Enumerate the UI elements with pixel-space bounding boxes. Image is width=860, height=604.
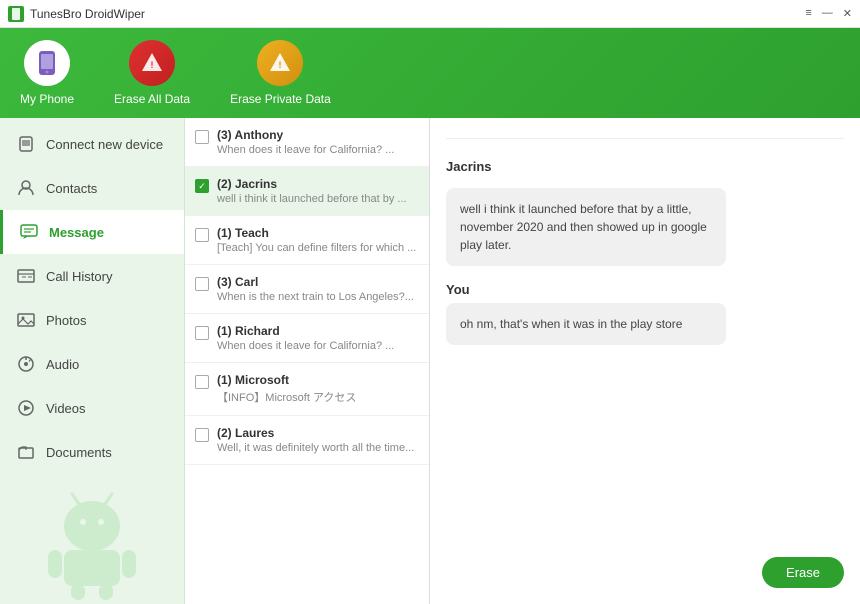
erase-button-container: Erase (762, 557, 844, 588)
sidebar-item-documents-label: Documents (46, 445, 112, 460)
received-bubble: well i think it launched before that by … (446, 188, 726, 266)
sidebar-item-audio-label: Audio (46, 357, 79, 372)
message-body: (2) Laures Well, it was definitely worth… (217, 426, 419, 454)
contacts-icon (16, 178, 36, 198)
message-preview: When is the next train to Los Angeles?..… (217, 291, 419, 303)
detail-sender-name: Jacrins (446, 159, 844, 174)
call-history-icon (16, 266, 36, 286)
message-checkbox[interactable] (195, 326, 209, 340)
message-sender-name: (1) Richard (217, 324, 419, 338)
android-decoration (0, 484, 184, 604)
message-list[interactable]: (3) Anthony When does it leave for Calif… (185, 118, 430, 604)
message-preview: Well, it was definitely worth all the ti… (217, 442, 419, 454)
message-preview: well i think it launched before that by … (217, 193, 419, 205)
sidebar-item-videos[interactable]: Videos (0, 386, 184, 430)
message-item[interactable]: ✓ (2) Jacrins well i think it launched b… (185, 167, 429, 216)
sidebar-item-call-history-label: Call History (46, 269, 112, 284)
nav-erase-private-label: Erase Private Data (230, 92, 331, 106)
erase-private-icon: ! (266, 49, 294, 77)
title-bar: TunesBro DroidWiper ≡ — ✕ (0, 0, 860, 28)
sidebar: Connect new device Contacts Message Call… (0, 118, 185, 604)
message-checkbox[interactable] (195, 228, 209, 242)
svg-text:!: ! (279, 60, 282, 70)
minimize-button[interactable]: — (822, 7, 833, 20)
sidebar-item-connect[interactable]: Connect new device (0, 122, 184, 166)
received-section: Jacrins well i think it launched before … (446, 159, 844, 266)
wifi-icon: ≡ (805, 7, 811, 20)
sidebar-item-videos-label: Videos (46, 401, 86, 416)
svg-text:!: ! (151, 60, 154, 70)
nav-erase-private[interactable]: ! Erase Private Data (230, 40, 331, 106)
message-sender-name: (1) Microsoft (217, 373, 419, 387)
sent-bubble: oh nm, that's when it was in the play st… (446, 303, 726, 345)
close-button[interactable]: ✕ (843, 7, 852, 20)
sidebar-item-photos[interactable]: Photos (0, 298, 184, 342)
app-name: TunesBro DroidWiper (30, 7, 145, 21)
sidebar-item-connect-label: Connect new device (46, 137, 163, 152)
photos-icon (16, 310, 36, 330)
message-body: (3) Anthony When does it leave for Calif… (217, 128, 419, 156)
main-layout: Connect new device Contacts Message Call… (0, 118, 860, 604)
message-checkbox[interactable] (195, 375, 209, 389)
message-preview: [Teach] You can define filters for which… (217, 242, 419, 254)
sidebar-item-call-history[interactable]: Call History (0, 254, 184, 298)
nav-my-phone[interactable]: My Phone (20, 40, 74, 106)
content-area: (3) Anthony When does it leave for Calif… (185, 118, 860, 604)
erase-button[interactable]: Erase (762, 557, 844, 588)
my-phone-icon-bg (24, 40, 70, 86)
window-controls: ≡ — ✕ (805, 7, 852, 20)
sent-section: You oh nm, that's when it was in the pla… (446, 282, 844, 345)
message-sender-name: (3) Anthony (217, 128, 419, 142)
audio-icon (16, 354, 36, 374)
phone-icon (33, 49, 61, 77)
message-sender-name: (2) Laures (217, 426, 419, 440)
sidebar-item-contacts-label: Contacts (46, 181, 97, 196)
message-checkbox[interactable]: ✓ (195, 179, 209, 193)
message-body: (1) Microsoft 【INFO】Microsoft アクセス (217, 373, 419, 405)
you-label: You (446, 282, 844, 297)
message-checkbox[interactable] (195, 130, 209, 144)
message-item[interactable]: (1) Richard When does it leave for Calif… (185, 314, 429, 363)
nav-erase-all-label: Erase All Data (114, 92, 190, 106)
message-body: (3) Carl When is the next train to Los A… (217, 275, 419, 303)
sidebar-item-documents[interactable]: Documents (0, 430, 184, 474)
detail-top-divider (446, 138, 844, 139)
app-logo: TunesBro DroidWiper (8, 6, 145, 22)
message-body: (1) Teach [Teach] You can define filters… (217, 226, 419, 254)
message-item[interactable]: (1) Microsoft 【INFO】Microsoft アクセス (185, 363, 429, 416)
app-icon (8, 6, 24, 22)
nav-my-phone-label: My Phone (20, 92, 74, 106)
message-item[interactable]: (2) Laures Well, it was definitely worth… (185, 416, 429, 465)
sidebar-item-message[interactable]: Message (0, 210, 184, 254)
erase-all-icon: ! (138, 49, 166, 77)
documents-icon (16, 442, 36, 462)
app-header: My Phone ! Erase All Data ! Erase Privat… (0, 28, 860, 118)
sidebar-item-audio[interactable]: Audio (0, 342, 184, 386)
message-detail: Jacrins well i think it launched before … (430, 118, 860, 604)
nav-erase-all[interactable]: ! Erase All Data (114, 40, 190, 106)
message-item[interactable]: (3) Anthony When does it leave for Calif… (185, 118, 429, 167)
message-sender-name: (2) Jacrins (217, 177, 419, 191)
videos-icon (16, 398, 36, 418)
connect-icon (16, 134, 36, 154)
message-checkbox[interactable] (195, 277, 209, 291)
message-preview: When does it leave for California? ... (217, 144, 419, 156)
message-body: (2) Jacrins well i think it launched bef… (217, 177, 419, 205)
erase-all-icon-bg: ! (129, 40, 175, 86)
erase-private-icon-bg: ! (257, 40, 303, 86)
sidebar-item-message-label: Message (49, 225, 104, 240)
message-preview: When does it leave for California? ... (217, 340, 419, 352)
message-sender-name: (3) Carl (217, 275, 419, 289)
message-preview: 【INFO】Microsoft アクセス (217, 389, 419, 405)
message-body: (1) Richard When does it leave for Calif… (217, 324, 419, 352)
message-checkbox[interactable] (195, 428, 209, 442)
message-sender-name: (1) Teach (217, 226, 419, 240)
message-item[interactable]: (1) Teach [Teach] You can define filters… (185, 216, 429, 265)
message-icon (19, 222, 39, 242)
message-item[interactable]: (3) Carl When is the next train to Los A… (185, 265, 429, 314)
sidebar-item-photos-label: Photos (46, 313, 86, 328)
sidebar-item-contacts[interactable]: Contacts (0, 166, 184, 210)
